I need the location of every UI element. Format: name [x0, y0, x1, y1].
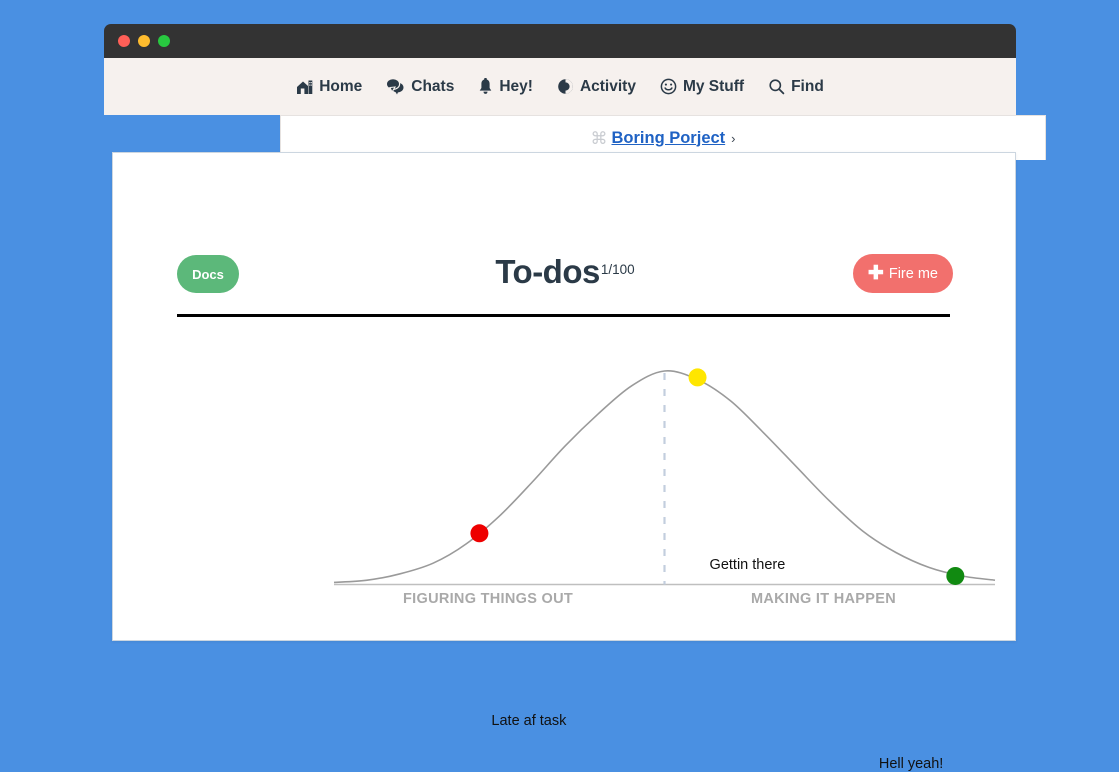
zoom-window-button[interactable] — [158, 35, 170, 47]
todo-count-badge: 1/100 — [600, 262, 635, 277]
bell-icon — [478, 78, 493, 95]
nav-item-chats[interactable]: Chats — [386, 78, 454, 96]
page-title: To-dos — [495, 253, 600, 290]
home-icon — [296, 78, 313, 95]
fire-me-label: Fire me — [888, 265, 938, 282]
app-window: Home Chats Hey! Activity My Stuff Find ⌘… — [104, 24, 1046, 772]
page-header-row: Docs To-dos 1/100 ✚ Fire me — [177, 253, 953, 293]
chevron-right-icon: › — [731, 130, 736, 146]
chart-section-labels: FIGURING THINGS OUT MAKING IT HAPPEN — [113, 591, 1017, 615]
breadcrumb: ⌘ Boring Porject › — [590, 129, 735, 148]
nav-item-label: Activity — [579, 77, 636, 95]
nav-item-activity[interactable]: Activity — [557, 78, 636, 96]
nav-item-find[interactable]: Find — [768, 78, 824, 96]
chat-bubbles-icon — [386, 78, 405, 95]
nav-item-hey[interactable]: Hey! — [478, 78, 533, 96]
search-icon — [768, 78, 785, 95]
nav-item-home[interactable]: Home — [296, 78, 362, 96]
nav-item-label: Hey! — [499, 77, 533, 95]
main-content-card: Docs To-dos 1/100 ✚ Fire me Late af task… — [112, 152, 1017, 772]
traffic-light-group — [118, 35, 170, 47]
plus-icon: ✚ — [867, 263, 884, 284]
marker-label-hell-yeah: Hell yeah! — [878, 755, 944, 772]
axis-label-figuring-things-out: FIGURING THINGS OUT — [403, 591, 574, 607]
axis-label-making-it-happen: MAKING IT HAPPEN — [751, 591, 896, 607]
top-navigation-bar: Home Chats Hey! Activity My Stuff Find — [104, 58, 1016, 115]
nav-items: Home Chats Hey! Activity My Stuff Find — [104, 58, 1016, 115]
smiley-face-icon — [660, 78, 677, 95]
progress-bell-curve-chart: Late af task Gettin there Hell yeah! — [113, 343, 1017, 772]
nav-item-my-stuff[interactable]: My Stuff — [660, 78, 744, 96]
chart-svg — [333, 368, 996, 586]
nav-item-label: My Stuff — [682, 77, 745, 95]
pie-chart-icon — [557, 78, 574, 95]
marker-dot-hell-yeah[interactable] — [946, 566, 965, 585]
window-titlebar — [104, 24, 1016, 58]
nav-item-label: Home — [319, 77, 363, 95]
minimize-window-button[interactable] — [138, 35, 150, 47]
marker-label-gettin-there: Gettin there — [709, 557, 786, 574]
page-title-wrap: To-dos 1/100 — [177, 253, 953, 291]
breadcrumb-project-link[interactable]: Boring Porject — [611, 129, 725, 148]
marker-dot-gettin-there[interactable] — [688, 368, 707, 387]
fire-me-button[interactable]: ✚ Fire me — [852, 254, 953, 293]
header-divider — [177, 314, 950, 317]
nav-item-label: Find — [791, 77, 824, 95]
marker-dot-late-af-task[interactable] — [470, 524, 489, 543]
close-window-button[interactable] — [118, 35, 130, 47]
nav-item-label: Chats — [411, 77, 455, 95]
command-icon: ⌘ — [590, 128, 608, 148]
marker-label-late-af-task: Late af task — [491, 713, 567, 730]
